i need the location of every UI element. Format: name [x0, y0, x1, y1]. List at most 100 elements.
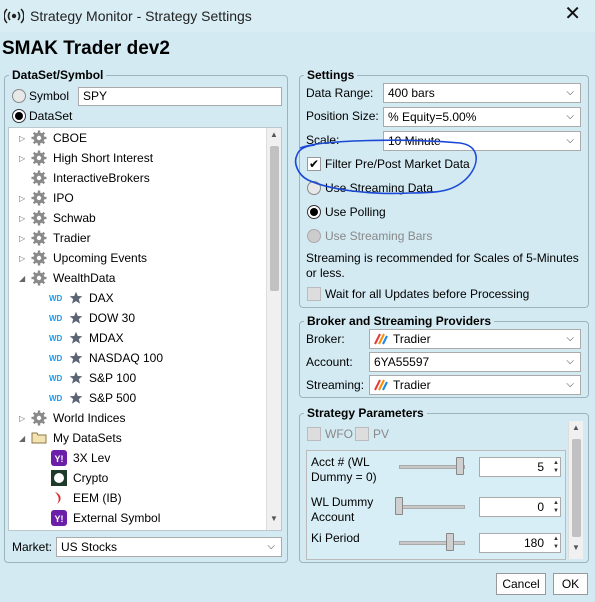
star-icon: [69, 391, 83, 405]
scroll-up-icon[interactable]: ▲: [569, 423, 583, 437]
tree-item-label: Tradier: [53, 231, 91, 245]
scale-label: Scale:: [306, 133, 340, 147]
params-scrollbar[interactable]: ▲ ▼: [568, 421, 583, 559]
tree-item[interactable]: Y! External Symbol: [49, 508, 160, 528]
expand-arrow-icon[interactable]: ▷: [19, 194, 29, 203]
tree-item[interactable]: ▷ IPO: [19, 188, 74, 208]
param-slider-thumb[interactable]: [395, 497, 403, 515]
expand-arrow-icon[interactable]: ▷: [19, 254, 29, 263]
scroll-down-icon[interactable]: ▼: [569, 543, 583, 557]
tree-item[interactable]: WD S&P 100: [49, 368, 136, 388]
params-legend: Strategy Parameters: [304, 406, 427, 420]
polling-label: Use Polling: [325, 205, 386, 219]
scroll-thumb[interactable]: [572, 439, 581, 537]
wealthdata-badge-icon: WD: [49, 313, 63, 323]
polling-row: Use Polling: [307, 205, 386, 219]
streaming-data-row: Use Streaming Data: [307, 181, 433, 195]
tree-item[interactable]: ◢ WealthData: [19, 268, 115, 288]
tree-item[interactable]: WD DAX: [49, 288, 114, 308]
tradier-icon: [374, 379, 388, 391]
wfo-checkbox[interactable]: [307, 427, 321, 441]
tree-item-label: Upcoming Events: [53, 251, 148, 265]
spinner-arrows-icon[interactable]: ▲ ▼: [553, 499, 559, 515]
param-slider-thumb[interactable]: [456, 457, 464, 475]
tree-item[interactable]: ▷ World Indices: [19, 408, 125, 428]
streaming-provider-select[interactable]: Tradier ⌵: [369, 375, 581, 395]
ok-button[interactable]: OK: [553, 573, 588, 595]
tree-item-label: My DataSets: [53, 431, 122, 445]
tree-item[interactable]: ▷ Schwab: [19, 208, 96, 228]
param-value-input[interactable]: 180 ▲ ▼: [479, 533, 561, 553]
param-slider[interactable]: [399, 541, 465, 545]
symbol-row: Symbol: [12, 89, 69, 103]
position-size-select[interactable]: % Equity=5.00% ⌵: [383, 107, 581, 127]
gear-icon: [31, 190, 47, 206]
scroll-down-icon[interactable]: ▼: [267, 514, 281, 528]
scale-select[interactable]: 10 Minute ⌵: [383, 131, 581, 151]
account-label: Account:: [306, 355, 353, 369]
broker-select[interactable]: Tradier ⌵: [369, 329, 581, 349]
dataset-radio[interactable]: [12, 109, 26, 123]
chevron-down-icon: ⌵: [566, 111, 574, 122]
tree-item-label: S&P 500: [89, 391, 137, 405]
tree-item[interactable]: ▷ CBOE: [19, 128, 87, 148]
scroll-up-icon[interactable]: ▲: [267, 130, 281, 144]
tree-item[interactable]: EEM (IB): [49, 488, 122, 508]
tree-item[interactable]: Crypto: [49, 468, 108, 488]
params-list: Acct # (WL Dummy = 0) 5 ▲ ▼ WL Dummy Account…: [306, 450, 566, 560]
expand-arrow-icon[interactable]: ▷: [19, 234, 29, 243]
symbol-radio[interactable]: [12, 89, 26, 103]
tree-item-label: Schwab: [53, 211, 96, 225]
pv-checkbox[interactable]: [355, 427, 369, 441]
market-row: Market:: [12, 540, 52, 554]
close-icon[interactable]: ✕: [564, 4, 581, 24]
scroll-thumb[interactable]: [270, 146, 279, 291]
expand-arrow-icon[interactable]: ▷: [19, 154, 29, 163]
tree-item[interactable]: ▷ Tradier: [19, 228, 91, 248]
spinner-arrows-icon[interactable]: ▲ ▼: [553, 459, 559, 475]
expand-arrow-icon[interactable]: ▷: [19, 414, 29, 423]
coin-icon: [51, 470, 67, 486]
data-range-select[interactable]: 400 bars ⌵: [383, 83, 581, 103]
tree-item[interactable]: Y! 3X Lev: [49, 448, 110, 468]
tree-item-label: IPO: [53, 191, 74, 205]
yahoo-icon: Y!: [51, 510, 67, 526]
symbol-input[interactable]: SPY: [78, 87, 282, 106]
account-select[interactable]: 6YA55597 ⌵: [369, 352, 581, 372]
expand-arrow-icon[interactable]: ▷: [19, 134, 29, 143]
gear-icon: [31, 130, 47, 146]
polling-radio[interactable]: [307, 205, 321, 219]
tradier-icon: [374, 333, 388, 345]
expand-arrow-icon[interactable]: ▷: [19, 214, 29, 223]
wait-checkbox[interactable]: [307, 287, 321, 301]
gear-icon: [31, 270, 47, 286]
tree-scrollbar[interactable]: ▲ ▼: [266, 128, 281, 530]
param-value-input[interactable]: 5 ▲ ▼: [479, 457, 561, 477]
collapse-arrow-icon[interactable]: ◢: [19, 434, 29, 443]
wealthdata-badge-icon: WD: [49, 353, 63, 363]
streaming-bars-radio[interactable]: [307, 229, 321, 243]
filter-checkbox[interactable]: ✔: [307, 157, 321, 171]
tree-item[interactable]: WD S&P 500: [49, 388, 136, 408]
filter-row: ✔ Filter Pre/Post Market Data: [307, 157, 470, 171]
tree-item[interactable]: ▷ High Short Interest: [19, 148, 153, 168]
tree-item[interactable]: WD MDAX: [49, 328, 124, 348]
param-slider[interactable]: [399, 505, 465, 509]
collapse-arrow-icon[interactable]: ◢: [19, 274, 29, 283]
chevron-down-icon: ⌵: [566, 135, 574, 146]
tree-item[interactable]: InteractiveBrokers: [19, 168, 150, 188]
spinner-arrows-icon[interactable]: ▲ ▼: [553, 535, 559, 551]
streaming-data-radio[interactable]: [307, 181, 321, 195]
tree-item[interactable]: WD DOW 30: [49, 308, 135, 328]
param-slider-thumb[interactable]: [446, 533, 454, 551]
dataset-legend: DataSet/Symbol: [9, 68, 107, 82]
window-title: Strategy Monitor - Strategy Settings: [30, 8, 252, 24]
tree-item[interactable]: ◢ My DataSets: [19, 428, 122, 448]
market-select[interactable]: US Stocks ⌵: [56, 537, 282, 557]
dataset-tree[interactable]: Y! External Symbol EEM (IB) Crypto Y! 3X Lev ◢…: [8, 127, 282, 531]
param-value-input[interactable]: 0 ▲ ▼: [479, 497, 561, 517]
tree-item[interactable]: WD NASDAQ 100: [49, 348, 163, 368]
tree-item[interactable]: ▷ Upcoming Events: [19, 248, 147, 268]
broker-legend: Broker and Streaming Providers: [304, 314, 495, 328]
cancel-button[interactable]: Cancel: [496, 573, 546, 595]
